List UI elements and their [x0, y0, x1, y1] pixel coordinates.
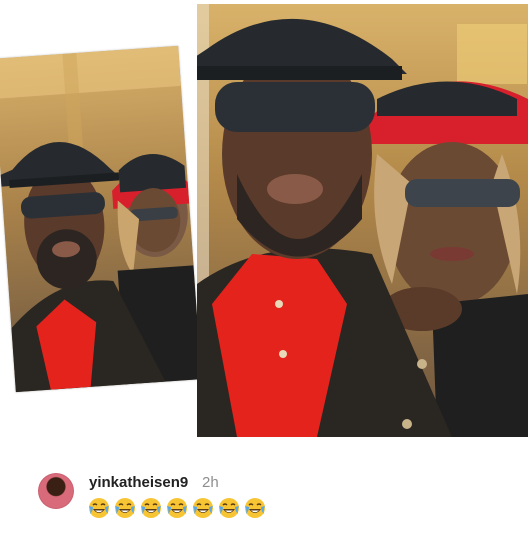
comment-username[interactable]: yinkatheisen9 — [89, 474, 188, 491]
comment-time: 2h — [202, 474, 219, 491]
face-with-tears-of-joy-icon — [219, 498, 239, 518]
photo-thumbnail[interactable] — [0, 45, 202, 393]
comment-row: yinkatheisen9 2h — [0, 458, 532, 541]
face-with-tears-of-joy-icon — [193, 498, 213, 518]
face-with-tears-of-joy-icon — [141, 498, 161, 518]
photo-main[interactable] — [197, 4, 528, 437]
avatar[interactable] — [38, 473, 74, 509]
face-with-tears-of-joy-icon — [167, 498, 187, 518]
face-with-tears-of-joy-icon — [115, 498, 135, 518]
comment-emojis — [88, 497, 266, 519]
face-with-tears-of-joy-icon — [89, 498, 109, 518]
face-with-tears-of-joy-icon — [245, 498, 265, 518]
